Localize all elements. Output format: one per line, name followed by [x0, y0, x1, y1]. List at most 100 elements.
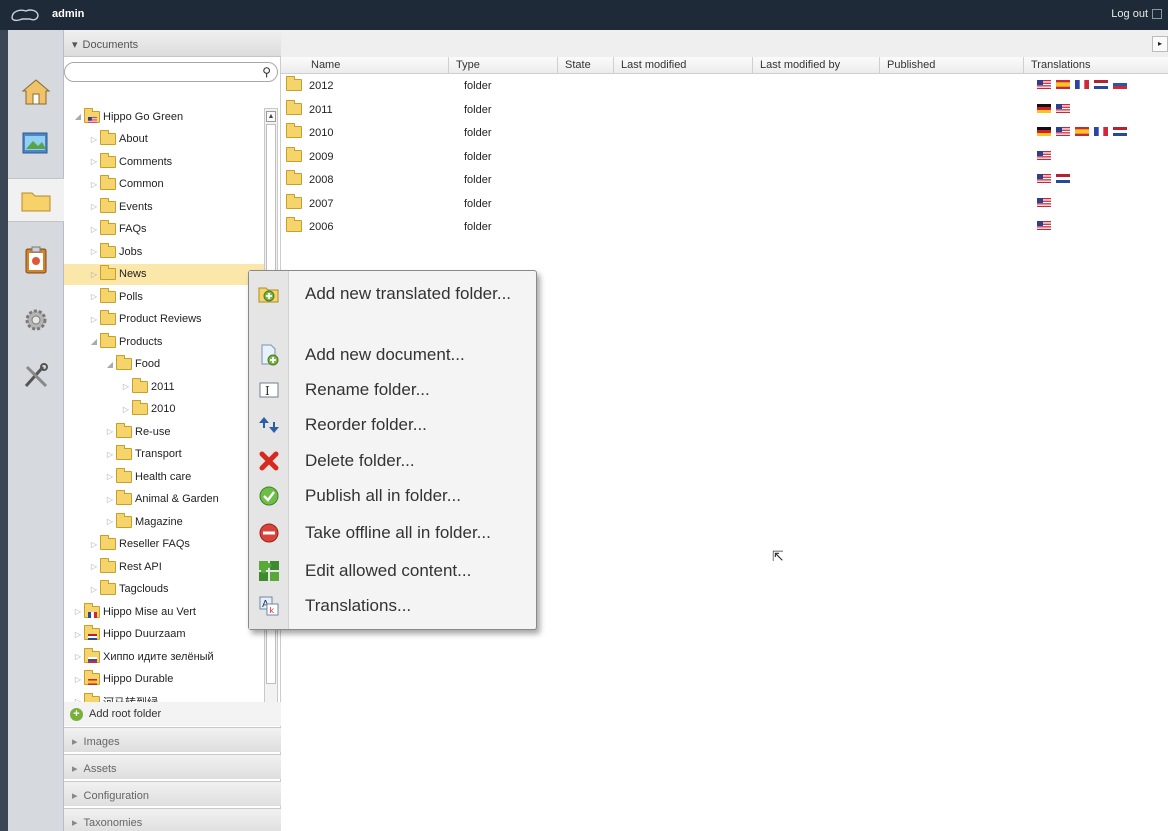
expand-node-icon[interactable]: ▷	[88, 585, 100, 594]
column-divider[interactable]	[613, 57, 614, 74]
expand-node-icon[interactable]: ▷	[88, 270, 100, 279]
expand-node-icon[interactable]: ▷	[104, 450, 116, 459]
rename-folder-item[interactable]: I Rename folder...	[249, 379, 536, 401]
reorder-folder-item[interactable]: Reorder folder...	[249, 414, 536, 436]
collapse-node-icon[interactable]: ◢	[88, 337, 100, 346]
logout-menu-icon[interactable]	[1152, 9, 1162, 19]
flag-es-icon[interactable]	[1075, 127, 1089, 136]
tree-node[interactable]: ▷ Tagclouds	[64, 579, 264, 600]
tree-node[interactable]: ◢ Hippo Go Green	[64, 106, 264, 127]
scroll-up-icon[interactable]: ▲	[266, 111, 276, 122]
tree-node[interactable]: ▷ News	[64, 263, 264, 285]
tree-node[interactable]: ▷ Jobs	[64, 241, 264, 262]
channel-manager-button[interactable]	[14, 122, 58, 166]
delete-folder-item[interactable]: Delete folder...	[249, 450, 536, 472]
tree-node[interactable]: ◢ Food	[64, 354, 264, 375]
expand-node-icon[interactable]: ▷	[88, 202, 100, 211]
col-state-header[interactable]: State	[565, 59, 591, 71]
table-row[interactable]: 2012 folder	[281, 74, 1168, 98]
tree-node[interactable]: ▷ Polls	[64, 286, 264, 307]
flag-us-icon[interactable]	[1037, 197, 1051, 207]
table-row[interactable]: 2007 folder	[281, 192, 1168, 216]
search-input[interactable]	[75, 65, 255, 79]
add-translated-folder-item[interactable]: Add new translated folder...	[249, 283, 536, 305]
table-row[interactable]: 2006 folder	[281, 215, 1168, 239]
tree-node[interactable]: ▷ Rest API	[64, 556, 264, 577]
col-last-modified-header[interactable]: Last modified	[621, 59, 686, 71]
col-type-header[interactable]: Type	[456, 59, 480, 71]
tree-node[interactable]: ▷ FAQs	[64, 219, 264, 240]
collapse-node-icon[interactable]: ◢	[104, 360, 116, 369]
expand-node-icon[interactable]: ▷	[88, 225, 100, 234]
expand-panel-icon[interactable]: ▸	[1152, 36, 1168, 52]
expand-node-icon[interactable]: ▷	[72, 630, 84, 639]
translations-item[interactable]: Ak Translations...	[249, 595, 536, 617]
reports-button[interactable]	[14, 238, 58, 282]
tree-node[interactable]: ▷ Hippo Duurzaam	[64, 624, 264, 645]
add-document-item[interactable]: Add new document...	[249, 343, 536, 367]
flag-de-icon[interactable]	[1037, 103, 1051, 113]
flag-us-icon[interactable]	[1056, 103, 1070, 113]
tree-node[interactable]: ▷ Re-use	[64, 421, 264, 442]
documents-section-header[interactable]: ▾ Documents	[64, 30, 281, 57]
flag-fr-icon[interactable]	[1075, 80, 1089, 89]
col-last-modified-by-header[interactable]: Last modified by	[760, 59, 840, 71]
tree-node[interactable]: ▷ Health care	[64, 466, 264, 487]
collapse-node-icon[interactable]: ◢	[72, 112, 84, 121]
add-root-folder-button[interactable]: + Add root folder	[64, 702, 281, 726]
tree-node[interactable]: ▷ Comments	[64, 151, 264, 172]
expand-node-icon[interactable]: ▷	[88, 292, 100, 301]
expand-node-icon[interactable]: ▷	[88, 157, 100, 166]
dashboard-button[interactable]	[14, 70, 58, 114]
tree-node[interactable]: ▷ Product Reviews	[64, 309, 264, 330]
search-icon[interactable]: ⚲	[262, 65, 271, 79]
table-row[interactable]: 2009 folder	[281, 145, 1168, 169]
table-row[interactable]: 2008 folder	[281, 168, 1168, 192]
expand-node-icon[interactable]: ▷	[88, 135, 100, 144]
flag-us-icon[interactable]	[1037, 221, 1051, 230]
col-published-header[interactable]: Published	[887, 59, 935, 71]
expand-node-icon[interactable]: ▷	[120, 405, 132, 414]
expand-node-icon[interactable]: ▷	[88, 180, 100, 189]
tree-node[interactable]: ▷ Transport	[64, 444, 264, 465]
expand-node-icon[interactable]: ▷	[88, 247, 100, 256]
section-configuration[interactable]: ▸ Configuration	[64, 781, 281, 806]
flag-ru-icon[interactable]	[1113, 80, 1127, 89]
tree-node[interactable]: ▷ Reseller FAQs	[64, 534, 264, 555]
admin-tools-button[interactable]	[14, 354, 58, 398]
flag-de-icon[interactable]	[1037, 127, 1051, 136]
tree-node[interactable]: ◢ Products	[64, 331, 264, 352]
flag-es-icon[interactable]	[1056, 80, 1070, 89]
expand-node-icon[interactable]: ▷	[104, 517, 116, 526]
tree-node[interactable]: ▷ Events	[64, 196, 264, 217]
tree-node[interactable]: ▷ Common	[64, 174, 264, 195]
col-name-header[interactable]: Name	[311, 59, 340, 71]
flag-fr-icon[interactable]	[1094, 127, 1108, 136]
expand-node-icon[interactable]: ▷	[104, 472, 116, 481]
take-offline-all-item[interactable]: Take offline all in folder...	[249, 522, 536, 544]
settings-button[interactable]	[14, 298, 58, 342]
column-divider[interactable]	[752, 57, 753, 74]
flag-us-icon[interactable]	[1037, 174, 1051, 183]
expand-node-icon[interactable]: ▷	[104, 495, 116, 504]
flag-nl-icon[interactable]	[1056, 174, 1070, 183]
flag-us-icon[interactable]	[1037, 80, 1051, 89]
expand-node-icon[interactable]: ▷	[120, 382, 132, 391]
tree-node[interactable]: ▷ Хиппо идите зелёный	[64, 646, 264, 667]
column-divider[interactable]	[557, 57, 558, 74]
tree-node[interactable]: ▷ 2010	[64, 399, 264, 420]
section-taxonomies[interactable]: ▸ Taxonomies	[64, 808, 281, 831]
publish-all-item[interactable]: Publish all in folder...	[249, 485, 536, 507]
tree-node[interactable]: ▷ Animal & Garden	[64, 489, 264, 510]
tree-node[interactable]: ▷ 2011	[64, 376, 264, 397]
flag-us-icon[interactable]	[1037, 150, 1051, 160]
flag-nl-icon[interactable]	[1113, 127, 1127, 136]
expand-node-icon[interactable]: ▷	[72, 652, 84, 661]
section-images[interactable]: ▸ Images	[64, 727, 281, 752]
logout-link[interactable]: Log out	[1111, 8, 1148, 20]
tree-node[interactable]: ▷ Hippo Mise au Vert	[64, 601, 264, 622]
expand-node-icon[interactable]: ▷	[104, 427, 116, 436]
flag-nl-icon[interactable]	[1094, 80, 1108, 89]
expand-node-icon[interactable]: ▷	[88, 540, 100, 549]
tree-node[interactable]: ▷ About	[64, 129, 264, 150]
